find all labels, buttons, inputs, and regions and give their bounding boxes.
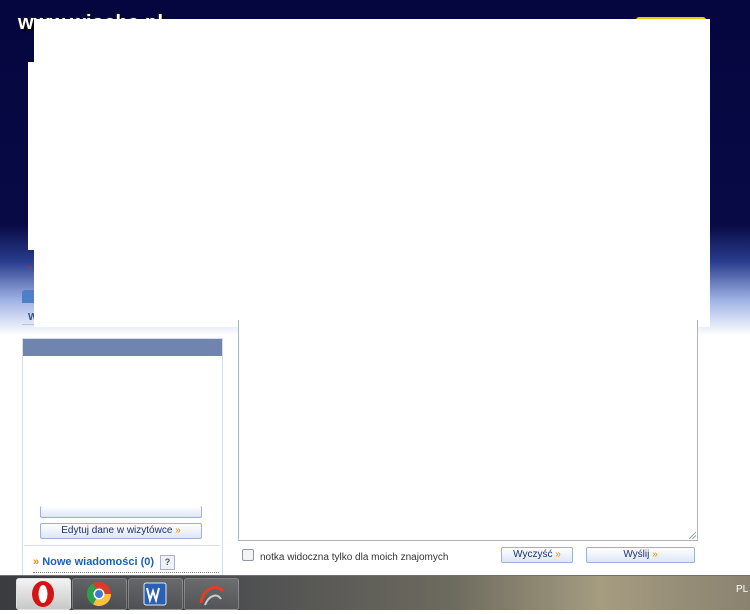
taskbar-word-button[interactable] xyxy=(128,578,183,610)
new-messages-link[interactable]: » Nowe wiadomości (0) xyxy=(33,556,154,568)
sidebar-panel-header xyxy=(23,339,222,356)
note-textarea[interactable] xyxy=(238,320,698,541)
friends-only-checkbox[interactable] xyxy=(242,549,254,561)
arrow-icon: » xyxy=(652,549,658,560)
new-messages-label: Nowe wiadomości (0) xyxy=(42,556,155,568)
arrow-icon: » xyxy=(175,525,181,536)
sidebar-button-hidden[interactable] xyxy=(40,506,202,518)
overlay-panel xyxy=(34,19,710,327)
opera-icon xyxy=(32,581,54,607)
send-button[interactable]: Wyślij » xyxy=(586,547,695,563)
language-indicator[interactable]: PL xyxy=(736,584,748,595)
sidebar-divider xyxy=(24,545,220,546)
arrow-icon: » xyxy=(33,556,40,568)
dotted-divider xyxy=(33,572,219,573)
red-arrow-marker: » xyxy=(28,263,33,272)
clear-button[interactable]: Wyczyść » xyxy=(501,547,573,563)
app-swirl-icon xyxy=(199,586,225,606)
help-icon[interactable]: ? xyxy=(160,555,175,570)
arrow-icon: » xyxy=(555,549,561,560)
word-icon xyxy=(143,582,167,606)
taskbar-app-button[interactable] xyxy=(184,578,239,610)
sidebar-panel xyxy=(22,338,223,580)
edit-card-button[interactable]: Edytuj dane w wizytówce » xyxy=(40,523,202,539)
chrome-icon xyxy=(87,582,111,607)
send-label: Wyślij xyxy=(623,549,650,560)
overlay-panel-edge xyxy=(28,62,36,250)
taskbar-chrome-button[interactable] xyxy=(72,578,127,610)
clear-label: Wyczyść xyxy=(513,549,553,560)
friends-only-label: notka widoczna tylko dla moich znajomych xyxy=(260,552,449,563)
edit-card-label: Edytuj dane w wizytówce xyxy=(61,525,173,536)
taskbar-opera-button[interactable] xyxy=(16,578,71,610)
resize-grip-icon[interactable] xyxy=(689,532,696,539)
